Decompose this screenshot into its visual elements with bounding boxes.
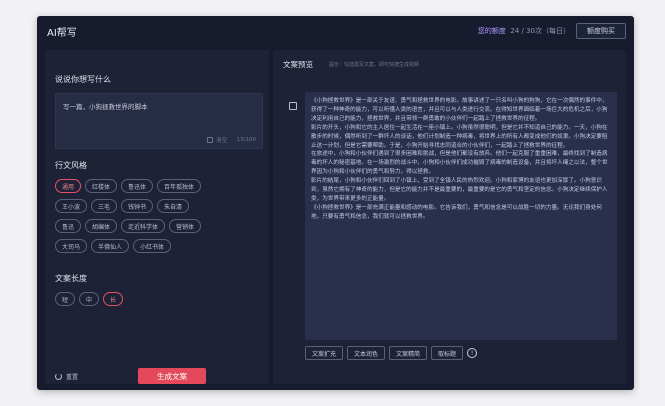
style-row: 王小波 三毛 钱钟书 朱自清 [55,199,190,213]
app-title: AI帮写 [47,27,77,39]
input-panel: 说说你想写什么 写一篇，小狗拯救世界的脚本 清空 13/100 行文风格 通用 … [45,50,269,384]
action-bar: 文案扩充 文本润色 文案精简 取标题 ! [305,346,478,360]
length-long-chip[interactable]: 长 [103,292,124,306]
prompt-input[interactable]: 写一篇，小狗拯救世界的脚本 清空 13/100 [55,93,263,149]
title-bar: AI帮写 您的额度 24 / 30次（每日） 额度购买 [37,16,634,46]
length-medium-chip[interactable]: 中 [79,292,100,306]
preview-title: 文案预览 [283,60,313,69]
generate-button[interactable]: 生成文案 [138,368,206,384]
style-row: 通用 红楼体 鲁迅体 百年孤独体 [55,179,202,193]
polish-text-button[interactable]: 文本润色 [347,346,386,360]
buy-quota-button[interactable]: 额度购买 [576,23,626,39]
clear-label[interactable]: 清空 [216,136,227,144]
style-chip[interactable]: 王小波 [55,199,88,213]
expand-text-button[interactable]: 文案扩充 [305,346,344,360]
style-chip[interactable]: 三毛 [91,199,118,213]
style-chip[interactable]: 朱自清 [157,199,190,213]
style-chip[interactable]: 营销体 [169,219,202,233]
reset-label: 重置 [66,374,79,381]
char-counter: 13/100 [236,137,256,143]
reset-icon [55,373,62,380]
style-chip[interactable]: 大司马 [55,239,88,253]
length-options: 短 中 长 [55,292,124,306]
prompt-text: 写一篇，小狗拯救世界的脚本 [63,103,148,111]
ai-writer-window: AI帮写 您的额度 24 / 30次（每日） 额度购买 说说你想写什么 写一篇，… [37,16,634,390]
info-icon[interactable]: ! [467,348,478,358]
preview-hint: 提示：勾选需写文案，即可快捷生成视频 [329,62,420,68]
prompt-footer: 清空 13/100 [207,136,256,144]
shorten-text-button[interactable]: 文案精简 [389,346,428,360]
article-paragraph: 《小狗拯救世界》是一部充满正能量和感动的电影。它告诉我们，勇气和信念是可以战胜一… [311,204,602,220]
article-paragraph: 在旅途中，小狗和小伙伴们遇到了很多困难和挑战，但是他们都没有放弃。他们一起克服了… [311,151,608,176]
select-checkbox[interactable] [289,102,297,110]
style-row: 鲁迅 胡编体 走近科学体 营销体 [55,219,202,233]
reset-button[interactable]: 重置 [55,372,78,381]
quota-value: 24 / 30次（每日） [510,27,570,35]
article-preview[interactable]: 《小狗拯救世界》是一部关于友谊、勇气和拯救世界的电影。故事讲述了一只名叫小狗的狗… [305,92,617,340]
prompt-label: 说说你想写什么 [55,75,111,84]
preview-panel: 文案预览 提示：勾选需写文案，即可快捷生成视频 《小狗拯救世界》是一部关于友谊、… [273,50,626,384]
style-chip[interactable]: 红楼体 [85,179,118,193]
style-chip[interactable]: 通用 [55,179,82,193]
style-row: 大司马 半佛仙人 小红书体 [55,239,172,253]
quota-label: 您的额度 [477,27,506,35]
trash-icon[interactable] [207,137,214,143]
quota-display: 您的额度 24 / 30次（每日） [478,26,570,36]
style-chip[interactable]: 走近科学体 [121,219,166,233]
article-paragraph: 影片的结尾，小狗和小伙伴们回到了小镇上，受到了全镇人民的热烈欢迎。小狗和家博的友… [311,178,608,202]
style-chip[interactable]: 半佛仙人 [91,239,130,253]
style-chip[interactable]: 小红书体 [133,239,172,253]
style-chip[interactable]: 鲁迅体 [121,179,154,193]
article-paragraph: 《小狗拯救世界》是一部关于友谊、勇气和拯救世界的电影。故事讲述了一只名叫小狗的狗… [311,98,608,122]
style-chip[interactable]: 百年孤独体 [157,179,202,193]
length-short-chip[interactable]: 短 [55,292,76,306]
style-chip[interactable]: 钱钟书 [121,199,154,213]
style-label: 行文风格 [55,161,87,170]
length-label: 文案长度 [55,274,87,283]
style-chip[interactable]: 鲁迅 [55,219,82,233]
get-title-button[interactable]: 取标题 [431,346,464,360]
style-chip[interactable]: 胡编体 [85,219,118,233]
article-paragraph: 影片的开头，小狗和它的主人居住一起生活在一座小镇上。小狗虽然很聪明，但是它并不知… [311,124,608,149]
